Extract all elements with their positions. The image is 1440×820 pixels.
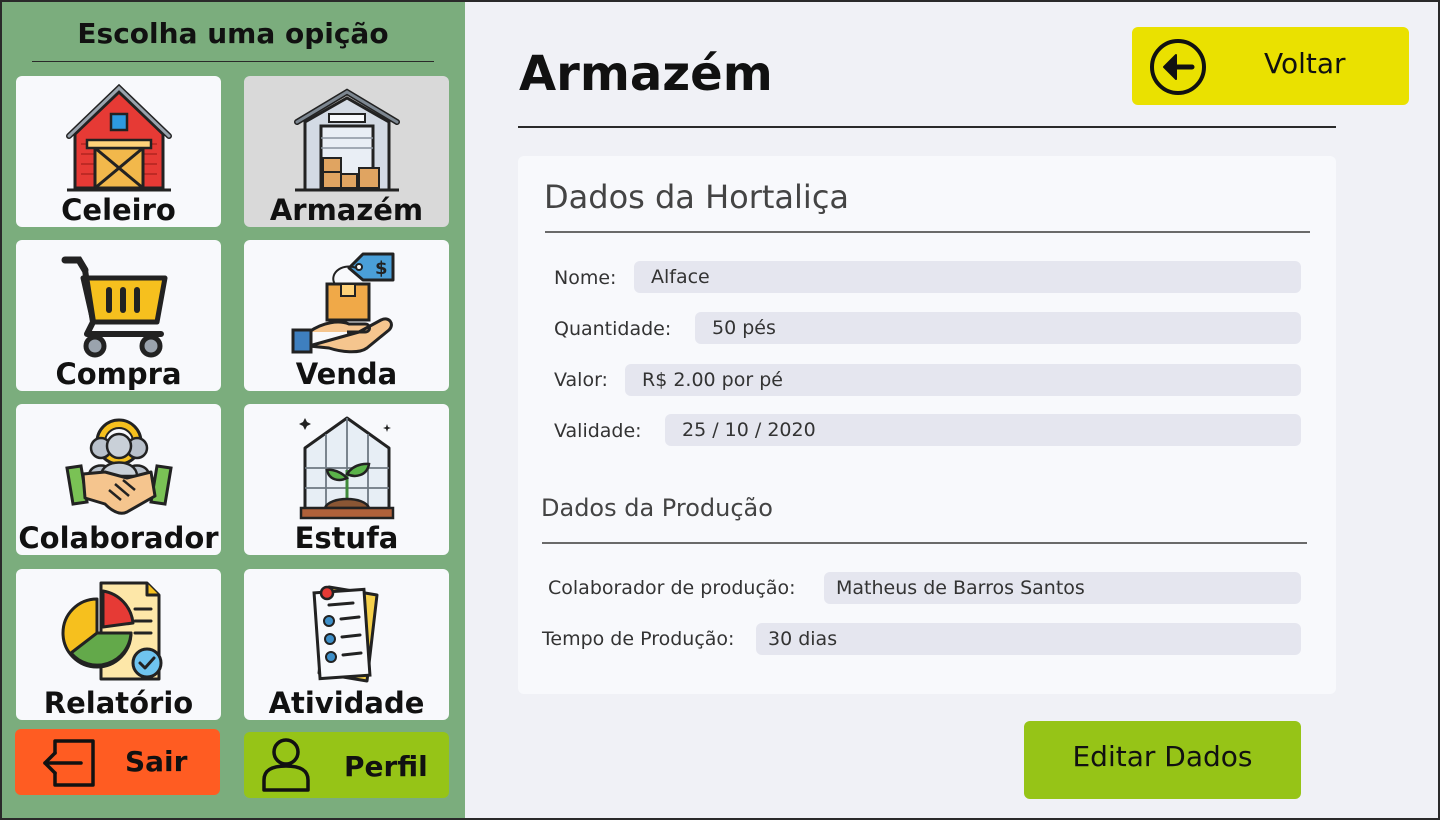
field-value-quantidade[interactable]: 50 pés <box>695 312 1301 344</box>
logout-icon <box>43 739 95 787</box>
field-label-quantidade: Quantidade: <box>554 318 672 340</box>
card-divider <box>545 231 1310 233</box>
user-icon <box>262 738 310 792</box>
tile-label: Atividade <box>268 686 425 720</box>
field-value-nome[interactable]: Alface <box>634 261 1301 293</box>
tile-label: Colaborador <box>18 521 219 555</box>
production-title: Dados da Produção <box>541 494 773 522</box>
sidebar-item-compra[interactable]: Compra <box>16 240 221 391</box>
page-title: Armazém <box>519 46 773 102</box>
profile-label: Perfil <box>344 750 428 783</box>
sidebar-title: Escolha uma opição <box>32 14 434 62</box>
field-value-valor[interactable]: R$ 2.00 por pé <box>625 364 1301 396</box>
field-label-nome: Nome: <box>554 267 617 289</box>
app-window: Escolha uma opição Celeiro Armazém Compr… <box>0 0 1440 820</box>
sidebar: Escolha uma opição Celeiro Armazém Compr… <box>2 2 465 818</box>
sidebar-item-relatorio[interactable]: Relatório <box>16 569 221 720</box>
sidebar-item-atividade[interactable]: Atividade <box>244 569 449 720</box>
sidebar-item-venda[interactable]: $ Venda <box>244 240 449 391</box>
production-divider <box>542 542 1307 544</box>
field-value-colaborador[interactable]: Matheus de Barros Santos <box>824 572 1301 604</box>
tile-label: Venda <box>295 357 398 391</box>
tile-label: Relatório <box>43 686 194 720</box>
warehouse-icon <box>293 88 400 192</box>
collaborator-icon <box>64 418 173 515</box>
sidebar-item-colaborador[interactable]: Colaborador <box>16 404 221 555</box>
sale-hand-icon: $ <box>291 252 394 354</box>
logout-label: Sair <box>125 745 188 778</box>
tile-label: Celeiro <box>61 193 176 227</box>
back-button[interactable]: Voltar <box>1132 27 1409 105</box>
sidebar-item-celeiro[interactable]: Celeiro <box>16 76 221 227</box>
sidebar-item-armazem[interactable]: Armazém <box>244 76 449 227</box>
back-label: Voltar <box>1264 47 1346 80</box>
field-label-tempo: Tempo de Produção: <box>542 628 735 650</box>
tile-label: Compra <box>55 357 182 391</box>
shopping-cart-icon <box>61 256 167 358</box>
title-divider <box>518 126 1336 128</box>
field-label-colaborador: Colaborador de produção: <box>548 577 796 599</box>
profile-button[interactable]: Perfil <box>244 732 449 798</box>
report-icon <box>61 581 162 681</box>
edit-data-button[interactable]: Editar Dados <box>1024 721 1301 799</box>
activity-icon <box>311 585 378 683</box>
field-label-valor: Valor: <box>554 369 608 391</box>
tile-label: Estufa <box>294 521 399 555</box>
arrow-left-icon <box>1150 39 1206 95</box>
field-value-tempo[interactable]: 30 dias <box>756 623 1301 655</box>
details-card: Dados da Hortaliça Nome: Alface Quantida… <box>518 156 1336 694</box>
sidebar-item-estufa[interactable]: Estufa <box>244 404 449 555</box>
barn-icon <box>65 84 172 192</box>
logout-button[interactable]: Sair <box>15 729 220 795</box>
tile-label: Armazém <box>269 193 424 227</box>
svg-text:$: $ <box>375 258 388 279</box>
field-value-validade[interactable]: 25 / 10 / 2020 <box>665 414 1301 446</box>
greenhouse-icon <box>298 416 394 520</box>
field-label-validade: Validade: <box>554 420 642 442</box>
card-title: Dados da Hortaliça <box>544 178 850 216</box>
